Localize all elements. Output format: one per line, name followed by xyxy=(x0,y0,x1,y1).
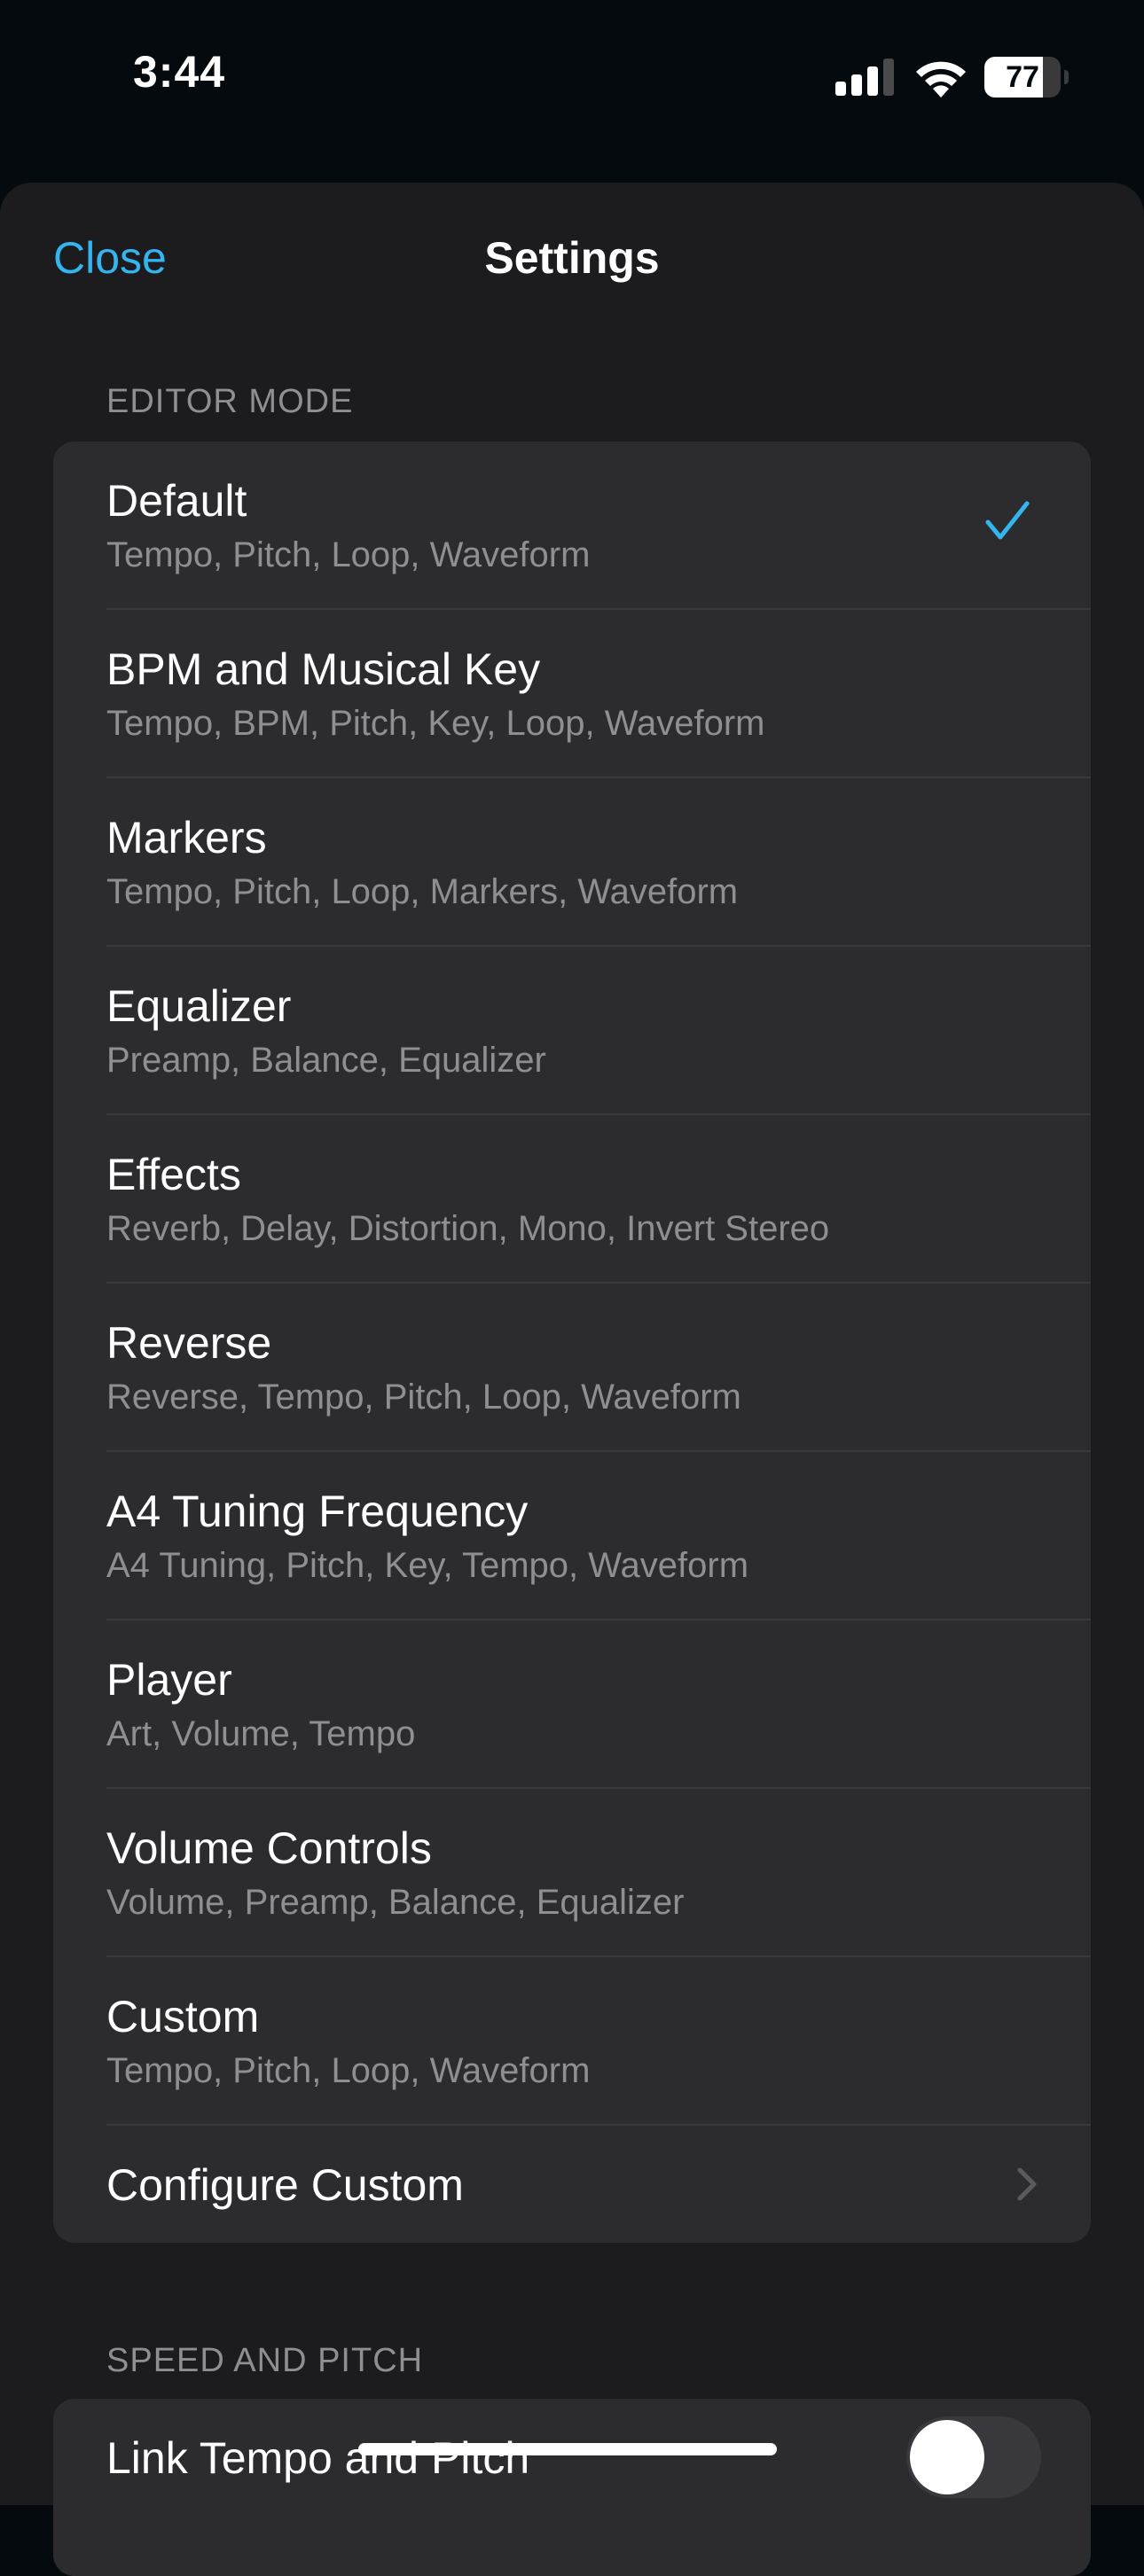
option-title: Default xyxy=(106,476,247,526)
link-tempo-pitch-toggle[interactable] xyxy=(906,2416,1041,2498)
option-title: Volume Controls xyxy=(106,1823,432,1873)
battery-percent: 77 xyxy=(1006,60,1039,94)
section-header-speed-and-pitch: SPEED AND PITCH xyxy=(106,2342,424,2379)
editor-mode-option[interactable]: Volume Controls Volume, Preamp, Balance, … xyxy=(53,1789,1091,1957)
chevron-right-icon xyxy=(1017,2167,1037,2201)
cellular-signal-icon xyxy=(835,59,894,96)
option-title: Custom xyxy=(106,1992,260,2041)
option-subtitle: Tempo, Pitch, Loop, Waveform xyxy=(106,535,591,574)
option-subtitle: Preamp, Balance, Equalizer xyxy=(106,1041,546,1080)
option-subtitle: Art, Volume, Tempo xyxy=(106,1714,416,1753)
option-subtitle: Reverb, Delay, Distortion, Mono, Invert … xyxy=(106,1209,830,1248)
option-subtitle: Tempo, BPM, Pitch, Key, Loop, Waveform xyxy=(106,704,765,743)
editor-mode-option[interactable]: Markers Tempo, Pitch, Loop, Markers, Wave… xyxy=(53,778,1091,947)
option-title: Player xyxy=(106,1655,232,1705)
editor-mode-option[interactable]: Default Tempo, Pitch, Loop, Waveform xyxy=(53,441,1091,610)
toggle-knob xyxy=(910,2420,984,2494)
section-header-editor-mode: EDITOR MODE xyxy=(106,383,354,420)
editor-mode-option[interactable]: A4 Tuning Frequency A4 Tuning, Pitch, Key… xyxy=(53,1452,1091,1620)
option-title: BPM and Musical Key xyxy=(106,644,541,694)
page-title: Settings xyxy=(484,233,660,283)
checkmark-icon xyxy=(985,501,1030,540)
link-tempo-pitch-label: Link Tempo and Pitch xyxy=(106,2433,530,2483)
option-title: Effects xyxy=(106,1150,241,1199)
wifi-icon xyxy=(916,61,966,98)
battery-icon: 77 xyxy=(984,57,1069,98)
editor-mode-option[interactable]: Custom Tempo, Pitch, Loop, Waveform xyxy=(53,1957,1091,2126)
status-time: 3:44 xyxy=(133,47,226,97)
editor-mode-option[interactable]: Player Art, Volume, Tempo xyxy=(53,1620,1091,1789)
speed-and-pitch-list: Link Tempo and Pitch xyxy=(53,2399,1091,2576)
option-title: Markers xyxy=(106,813,267,863)
option-subtitle: Tempo, Pitch, Loop, Waveform xyxy=(106,2051,591,2090)
editor-mode-option[interactable]: Reverse Reverse, Tempo, Pitch, Loop, Wave… xyxy=(53,1284,1091,1452)
editor-mode-option[interactable]: Equalizer Preamp, Balance, Equalizer xyxy=(53,947,1091,1115)
editor-mode-option[interactable]: Effects Reverb, Delay, Distortion, Mono, … xyxy=(53,1115,1091,1284)
editor-mode-list: Default Tempo, Pitch, Loop, Waveform BPM a… xyxy=(53,441,1091,2243)
option-title: A4 Tuning Frequency xyxy=(106,1487,529,1536)
option-subtitle: Tempo, Pitch, Loop, Markers, Waveform xyxy=(106,872,739,911)
configure-custom-row[interactable]: Configure Custom xyxy=(53,2126,1091,2243)
editor-mode-option[interactable]: BPM and Musical Key Tempo, BPM, Pitch, Ke… xyxy=(53,610,1091,778)
home-indicator[interactable] xyxy=(358,2443,777,2455)
status-bar: 3:44 77 xyxy=(0,0,1144,177)
option-subtitle: Volume, Preamp, Balance, Equalizer xyxy=(106,1883,685,1922)
link-tempo-pitch-row: Link Tempo and Pitch xyxy=(53,2399,1091,2516)
configure-custom-label: Configure Custom xyxy=(106,2160,464,2210)
option-title: Equalizer xyxy=(106,981,292,1031)
option-subtitle: Reverse, Tempo, Pitch, Loop, Waveform xyxy=(106,1378,741,1417)
option-subtitle: A4 Tuning, Pitch, Key, Tempo, Waveform xyxy=(106,1546,749,1585)
option-title: Reverse xyxy=(106,1318,272,1368)
